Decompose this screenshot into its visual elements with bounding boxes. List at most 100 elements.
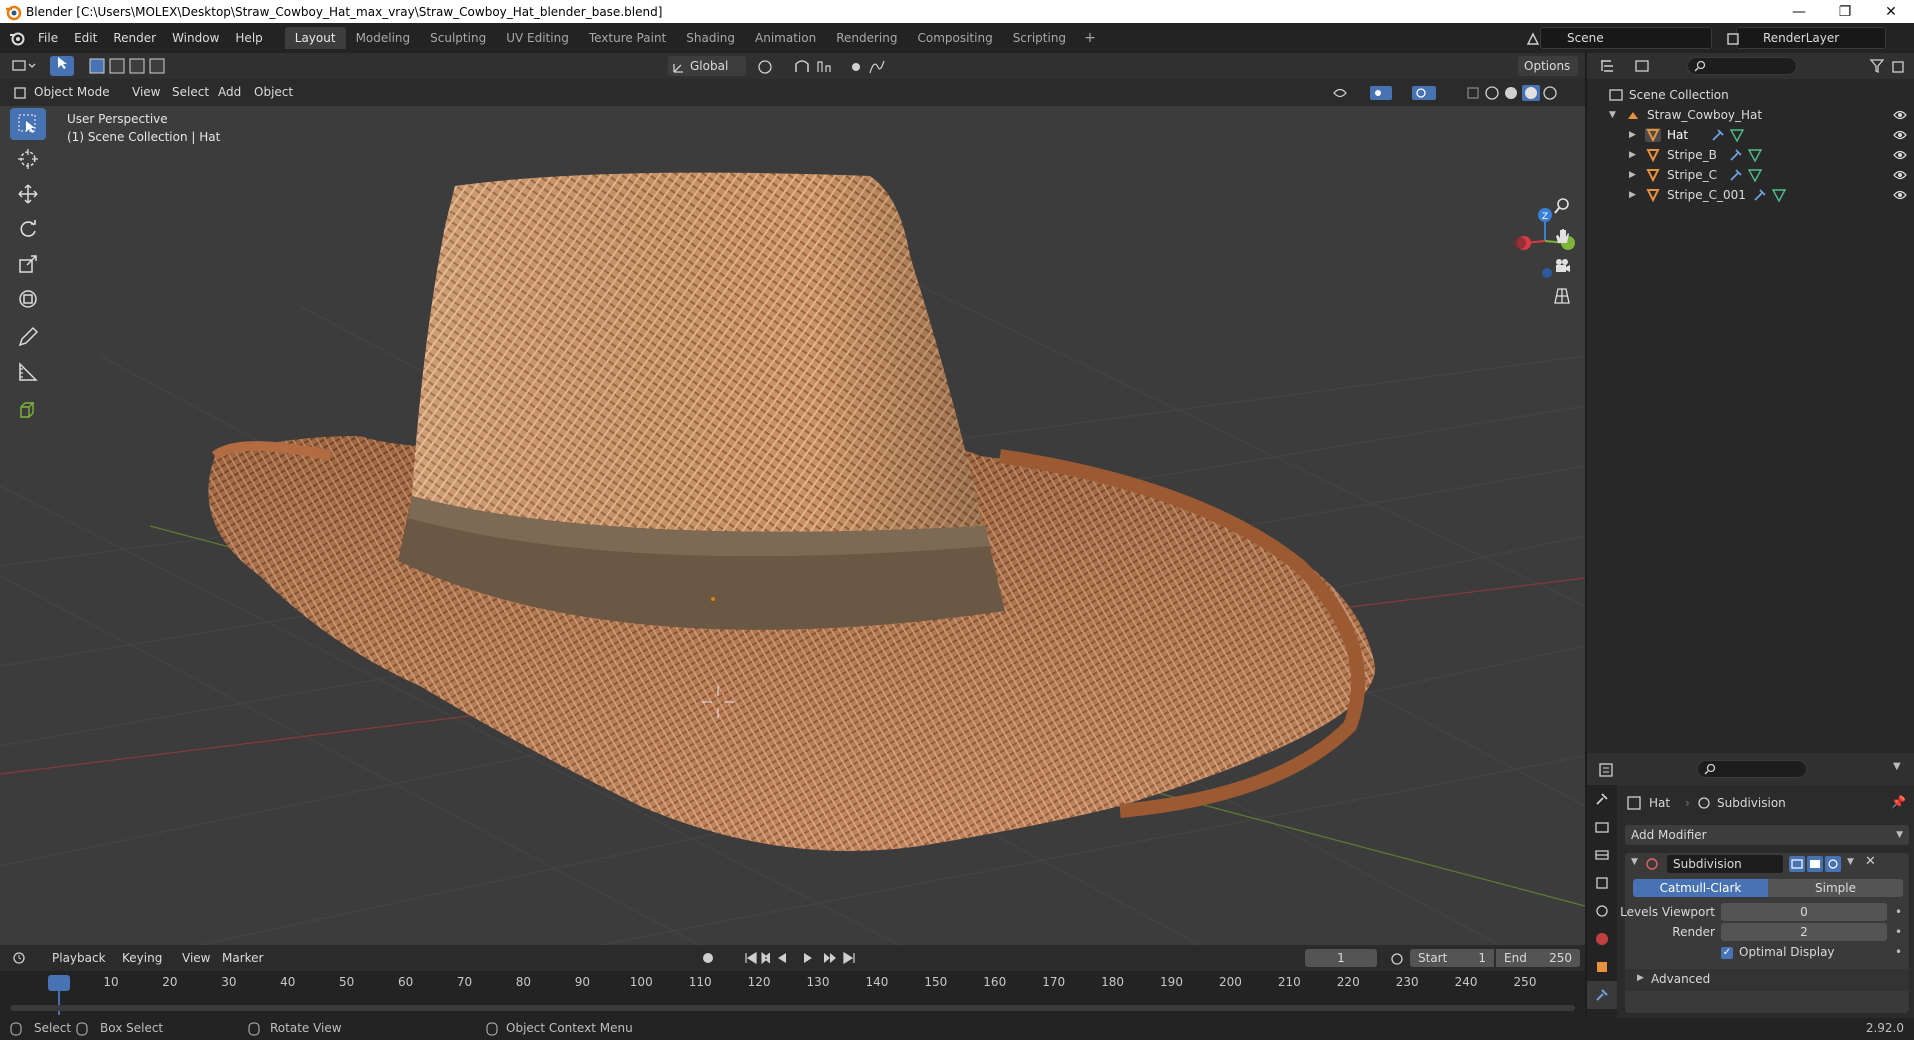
- menu-select[interactable]: Select: [172, 79, 209, 105]
- zoom-button[interactable]: [1548, 192, 1576, 220]
- modifier-and-mesh-data-icons[interactable]: [1711, 128, 1745, 142]
- options-dropdown[interactable]: Options: [1518, 56, 1578, 76]
- playhead[interactable]: [48, 975, 70, 991]
- tool-transform[interactable]: [10, 283, 46, 315]
- menu-timeline-view[interactable]: View: [182, 945, 210, 971]
- scene-selector[interactable]: Scene: [1540, 27, 1712, 49]
- modifier-options-icon[interactable]: ▼: [1847, 857, 1854, 867]
- menu-help[interactable]: Help: [227, 23, 270, 53]
- tab-world[interactable]: [1587, 925, 1617, 953]
- outliner-row-collection[interactable]: ▼ Straw_Cowboy_Hat: [1587, 105, 1914, 125]
- animate-dot-icon[interactable]: •: [1895, 945, 1902, 959]
- maximize-button[interactable]: ❐: [1822, 0, 1868, 23]
- catmull-clark-option[interactable]: Catmull-Clark: [1633, 879, 1768, 897]
- add-workspace-button[interactable]: +: [1076, 27, 1104, 49]
- simple-option[interactable]: Simple: [1768, 879, 1903, 897]
- menu-keying[interactable]: Keying: [122, 945, 162, 971]
- modifier-and-mesh-data-icons[interactable]: [1753, 188, 1787, 202]
- tab-compositing[interactable]: Compositing: [907, 27, 1002, 49]
- outliner-row-object[interactable]: ▶ Hat: [1587, 125, 1914, 145]
- modifier-and-mesh-data-icons[interactable]: [1729, 148, 1763, 162]
- blender-menu-icon[interactable]: [8, 29, 26, 47]
- filter-icon[interactable]: [1869, 58, 1887, 74]
- modifier-visibility-toggles[interactable]: [1789, 856, 1841, 872]
- timeline-editor-icon[interactable]: [12, 950, 36, 966]
- tab-animation[interactable]: Animation: [745, 27, 826, 49]
- tab-shading[interactable]: Shading: [676, 27, 745, 49]
- levels-viewport-field[interactable]: 0: [1721, 903, 1887, 921]
- menu-view[interactable]: View: [132, 79, 160, 105]
- menu-edit[interactable]: Edit: [66, 23, 105, 53]
- outliner-row-object[interactable]: ▶ Stripe_C: [1587, 165, 1914, 185]
- close-window-button[interactable]: ✕: [1868, 0, 1914, 23]
- outliner-row-object[interactable]: ▶ Stripe_C_001: [1587, 185, 1914, 205]
- menu-marker[interactable]: Marker: [222, 945, 263, 971]
- tab-uv-editing[interactable]: UV Editing: [496, 27, 579, 49]
- render-levels-field[interactable]: 2: [1721, 923, 1887, 941]
- perspective-toggle-button[interactable]: [1548, 282, 1576, 310]
- tab-modeling[interactable]: Modeling: [346, 27, 421, 49]
- menu-file[interactable]: File: [30, 23, 66, 53]
- camera-view-button[interactable]: [1548, 252, 1576, 280]
- selection-mode-icons[interactable]: [88, 57, 178, 75]
- outliner-editor-icon[interactable]: [1599, 58, 1623, 74]
- viewport-shading-icons[interactable]: [1330, 84, 1570, 102]
- view-layer-selector[interactable]: RenderLayer: [1736, 27, 1886, 49]
- pivot-snap-proportional-icons[interactable]: [756, 58, 926, 76]
- pan-button[interactable]: [1548, 222, 1576, 250]
- expand-object-icon[interactable]: ▶: [1629, 145, 1636, 165]
- menu-render[interactable]: Render: [105, 23, 164, 53]
- stopwatch-icon[interactable]: [1390, 951, 1404, 965]
- tool-cursor[interactable]: [10, 143, 46, 175]
- tab-output[interactable]: [1587, 841, 1617, 869]
- visibility-eye-icon[interactable]: [1893, 170, 1907, 180]
- menu-playback[interactable]: Playback: [52, 945, 106, 971]
- editor-type-icon[interactable]: [12, 58, 36, 74]
- tool-select-box[interactable]: [10, 108, 46, 140]
- tool-measure[interactable]: [10, 356, 46, 388]
- add-modifier-dropdown[interactable]: Add Modifier ▼: [1625, 825, 1909, 845]
- tool-rotate[interactable]: [10, 213, 46, 245]
- timeline-scrollbar[interactable]: [10, 1005, 1575, 1011]
- tool-move[interactable]: [10, 178, 46, 210]
- start-frame-field[interactable]: Start 1: [1410, 949, 1494, 967]
- outliner-row-scene-collection[interactable]: Scene Collection: [1587, 85, 1914, 105]
- new-collection-icon[interactable]: [1891, 58, 1907, 74]
- tab-render[interactable]: [1587, 813, 1617, 841]
- tool-add-cube[interactable]: [10, 394, 46, 426]
- outliner-row-object[interactable]: ▶ Stripe_B: [1587, 145, 1914, 165]
- menu-object[interactable]: Object: [254, 79, 293, 105]
- animate-dot-icon[interactable]: •: [1895, 925, 1902, 939]
- visibility-eye-icon[interactable]: [1893, 190, 1907, 200]
- tab-rendering[interactable]: Rendering: [826, 27, 907, 49]
- chevron-down-icon[interactable]: ▼: [1893, 761, 1901, 772]
- visibility-eye-icon[interactable]: [1893, 150, 1907, 160]
- display-mode-icon[interactable]: [1635, 58, 1659, 74]
- select-tool-button[interactable]: [50, 56, 74, 76]
- playback-controls[interactable]: [744, 950, 864, 966]
- tab-object[interactable]: [1587, 953, 1617, 981]
- properties-search-input[interactable]: [1697, 760, 1807, 778]
- advanced-subpanel[interactable]: ▶ Advanced: [1625, 969, 1909, 991]
- tab-sculpting[interactable]: Sculpting: [420, 27, 496, 49]
- visibility-eye-icon[interactable]: [1893, 110, 1907, 120]
- tab-scene[interactable]: [1587, 897, 1617, 925]
- tool-annotate[interactable]: [10, 321, 46, 353]
- expand-object-icon[interactable]: ▶: [1629, 125, 1636, 145]
- record-icon[interactable]: [700, 950, 716, 966]
- expand-object-icon[interactable]: ▶: [1629, 165, 1636, 185]
- outliner-search-input[interactable]: [1687, 57, 1797, 75]
- optimal-display-checkbox[interactable]: ✓: [1721, 947, 1733, 959]
- pin-icon[interactable]: 📌: [1891, 795, 1906, 809]
- tab-tool[interactable]: [1587, 785, 1617, 813]
- tab-scripting[interactable]: Scripting: [1003, 27, 1076, 49]
- tab-modifiers[interactable]: [1587, 981, 1617, 1009]
- modifier-and-mesh-data-icons[interactable]: [1729, 168, 1763, 182]
- minimize-button[interactable]: —: [1776, 0, 1822, 23]
- 3d-viewport[interactable]: Z User Perspective (1) Scene Collection …: [0, 106, 1585, 945]
- expand-object-icon[interactable]: ▶: [1629, 185, 1636, 205]
- tab-layout[interactable]: Layout: [284, 27, 346, 49]
- visibility-eye-icon[interactable]: [1893, 130, 1907, 140]
- expand-collection-icon[interactable]: ▼: [1609, 105, 1616, 125]
- remove-modifier-icon[interactable]: ✕: [1865, 854, 1876, 869]
